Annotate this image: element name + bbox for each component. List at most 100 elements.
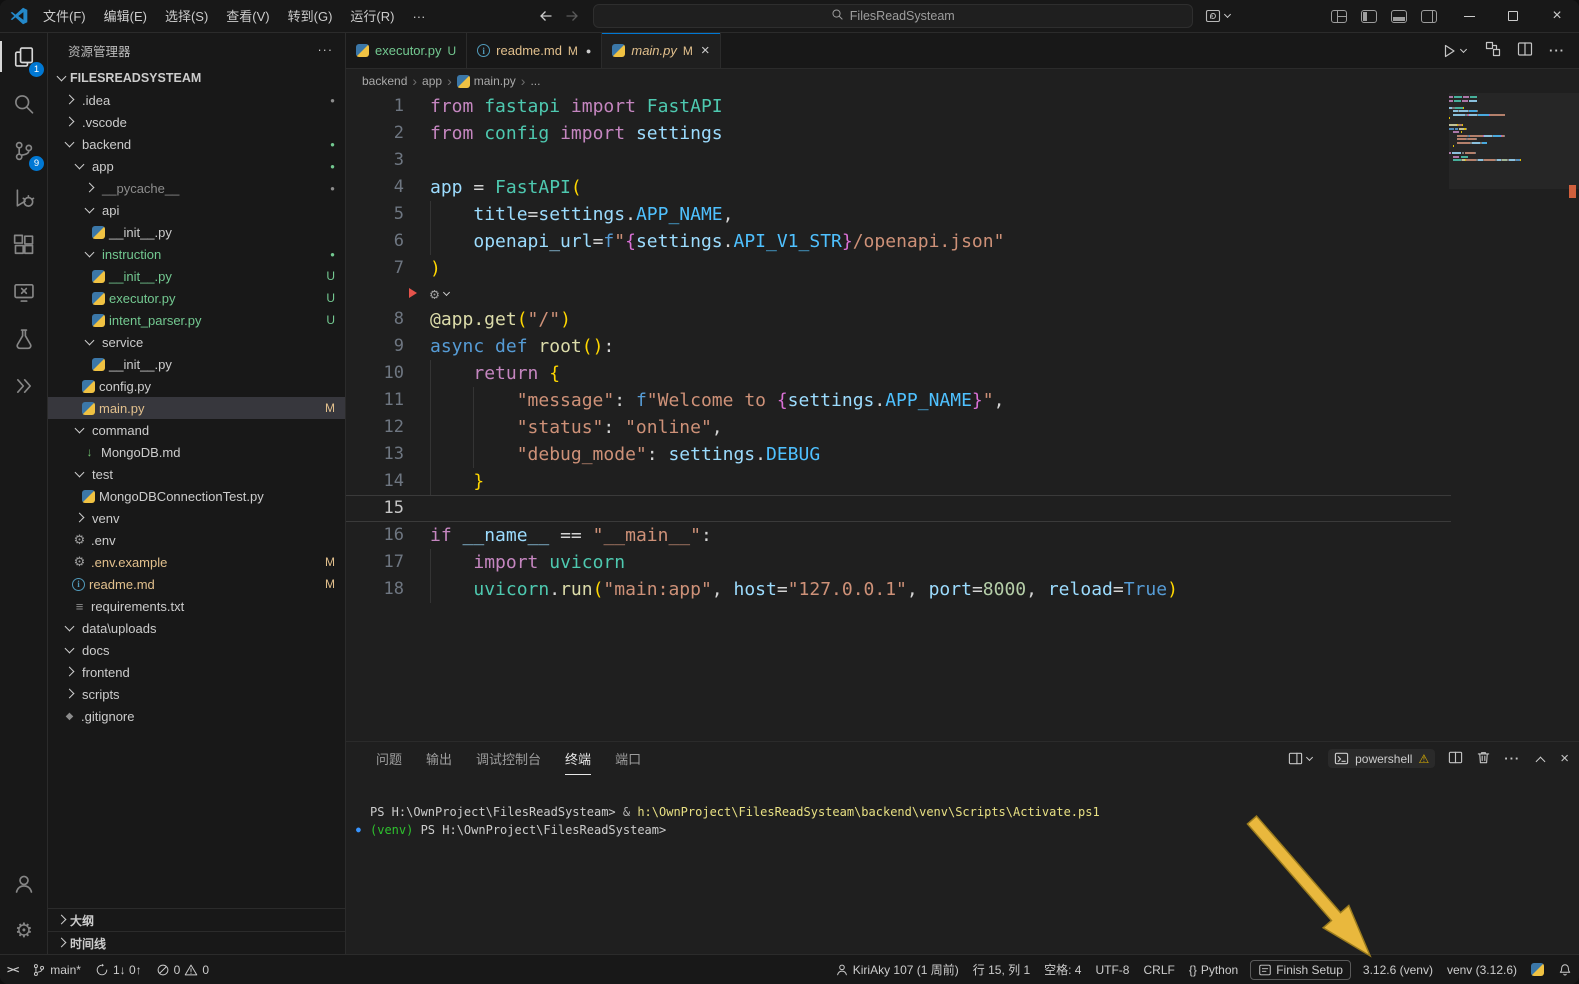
editor-tab[interactable]: main.pyM× xyxy=(602,33,720,68)
settings-gear-icon[interactable]: ⚙ xyxy=(0,907,48,954)
source-control-icon[interactable]: 9 xyxy=(0,127,48,174)
python-logo-icon[interactable] xyxy=(1524,955,1551,984)
menu-item[interactable]: 文件(F) xyxy=(34,0,95,33)
tree-file[interactable]: main.pyM xyxy=(48,397,345,419)
tree-folder[interactable]: app● xyxy=(48,155,345,177)
remote-indicator[interactable]: >< xyxy=(0,955,25,984)
code-line[interactable]: 17 import uvicorn xyxy=(346,549,1451,576)
code-line[interactable]: 13 "debug_mode": settings.DEBUG xyxy=(346,441,1451,468)
outline-section[interactable]: 大纲 xyxy=(48,908,345,931)
tree-file[interactable]: MongoDBConnectionTest.py xyxy=(48,485,345,507)
code-line[interactable]: 9async def root(): xyxy=(346,333,1451,360)
menu-item[interactable]: 运行(R) xyxy=(341,0,403,33)
language-mode[interactable]: {} Python xyxy=(1182,955,1245,984)
panel-tab[interactable]: 终端 xyxy=(565,742,591,775)
problems-status[interactable]: 0 0 xyxy=(149,955,216,984)
tree-file[interactable]: ⚙.env.exampleM xyxy=(48,551,345,573)
editor-more-actions-icon[interactable]: ··· xyxy=(1549,43,1565,58)
tree-file[interactable]: intent_parser.pyU xyxy=(48,309,345,331)
menu-item[interactable]: 编辑(E) xyxy=(95,0,156,33)
encoding-status[interactable]: UTF-8 xyxy=(1088,955,1136,984)
split-editor-icon[interactable] xyxy=(1517,41,1533,60)
tree-file[interactable]: ⚙.env xyxy=(48,529,345,551)
testing-icon[interactable] xyxy=(0,315,48,362)
editor-tab[interactable]: executor.pyU xyxy=(346,33,467,68)
toggle-primary-sidebar-icon[interactable] xyxy=(1361,10,1377,23)
maximize-button[interactable] xyxy=(1491,0,1535,33)
close-tab-icon[interactable]: × xyxy=(701,43,710,58)
minimize-button[interactable] xyxy=(1447,0,1491,33)
code-line[interactable]: 6 openapi_url=f"{settings.API_V1_STR}/op… xyxy=(346,228,1451,255)
terminal-tab-powershell[interactable]: powershell ⚠ xyxy=(1328,749,1435,768)
tree-folder[interactable]: frontend xyxy=(48,661,345,683)
tree-file[interactable]: __init__.pyU xyxy=(48,265,345,287)
breadcrumb-item[interactable]: main.py xyxy=(457,74,516,88)
tree-file[interactable]: __init__.py xyxy=(48,221,345,243)
tree-folder[interactable]: command xyxy=(48,419,345,441)
code-line[interactable]: 1from fastapi import FastAPI xyxy=(346,93,1451,120)
tree-folder[interactable]: data\uploads xyxy=(48,617,345,639)
breadcrumb-item[interactable]: backend xyxy=(362,74,407,88)
code-line[interactable]: 15 xyxy=(346,495,1451,522)
account-icon[interactable] xyxy=(0,860,48,907)
split-terminal-icon[interactable] xyxy=(1448,750,1463,768)
python-env-status[interactable]: venv (3.12.6) xyxy=(1440,955,1524,984)
tree-folder[interactable]: service xyxy=(48,331,345,353)
close-panel-icon[interactable]: × xyxy=(1560,751,1569,766)
back-arrow-icon[interactable] xyxy=(533,4,559,28)
panel-tab[interactable]: 输出 xyxy=(426,742,452,775)
finish-setup-button[interactable]: Finish Setup xyxy=(1250,960,1351,980)
editor-tab[interactable]: ireadme.mdM● xyxy=(467,33,602,68)
python-interpreter-status[interactable]: 3.12.6 (venv) xyxy=(1356,955,1440,984)
code-editor[interactable]: 1from fastapi import FastAPI2from config… xyxy=(346,93,1579,741)
open-changes-icon[interactable] xyxy=(1485,41,1501,60)
tree-file[interactable]: __init__.py xyxy=(48,353,345,375)
tree-folder[interactable]: __pycache__● xyxy=(48,177,345,199)
menu-overflow-icon[interactable]: ··· xyxy=(403,0,434,33)
indentation-status[interactable]: 空格: 4 xyxy=(1037,955,1088,984)
terminal-launch-icon[interactable] xyxy=(1288,751,1315,766)
workspace-root[interactable]: FILESREADSYSTEAM xyxy=(48,67,345,89)
cursor-position[interactable]: 行 15, 列 1 xyxy=(966,955,1037,984)
code-line[interactable]: 7) xyxy=(346,255,1451,282)
branch-status[interactable]: main* xyxy=(25,955,88,984)
forward-arrow-icon[interactable] xyxy=(559,4,585,28)
toggle-panel-icon[interactable] xyxy=(1391,10,1407,23)
tree-file[interactable]: config.py xyxy=(48,375,345,397)
toggle-secondary-sidebar-icon[interactable] xyxy=(1421,10,1437,23)
tree-folder[interactable]: instruction● xyxy=(48,243,345,265)
code-line[interactable]: 16if __name__ == "__main__": xyxy=(346,522,1451,549)
layout-switch-icon[interactable] xyxy=(1205,8,1233,24)
code-line[interactable]: 8@app.get("/") xyxy=(346,306,1451,333)
tree-file[interactable]: ireadme.mdM xyxy=(48,573,345,595)
eol-status[interactable]: CRLF xyxy=(1136,955,1181,984)
sidebar-more-icon[interactable]: ··· xyxy=(318,43,334,57)
code-action-gear-icon[interactable]: ⚙ xyxy=(430,285,439,303)
menu-item[interactable]: 选择(S) xyxy=(156,0,217,33)
code-line[interactable]: 2from config import settings xyxy=(346,120,1451,147)
breadcrumb-item[interactable]: ... xyxy=(530,74,540,88)
run-debug-icon[interactable] xyxy=(0,174,48,221)
breadcrumb-item[interactable]: app xyxy=(422,74,442,88)
terminal-output[interactable]: PS H:\OwnProject\FilesReadSysteam> & h:\… xyxy=(346,775,1579,954)
run-python-file-button[interactable] xyxy=(1441,43,1469,59)
tree-folder[interactable]: .vscode xyxy=(48,111,345,133)
minimap[interactable] xyxy=(1449,96,1549,163)
search-view-icon[interactable] xyxy=(0,80,48,127)
tree-folder[interactable]: .idea● xyxy=(48,89,345,111)
tree-folder[interactable]: backend● xyxy=(48,133,345,155)
tree-folder[interactable]: scripts xyxy=(48,683,345,705)
panel-tab[interactable]: 端口 xyxy=(615,742,641,775)
menu-item[interactable]: 转到(G) xyxy=(279,0,342,33)
code-line[interactable]: 10 return { xyxy=(346,360,1451,387)
code-line[interactable]: 12 "status": "online", xyxy=(346,414,1451,441)
extension-custom-icon[interactable] xyxy=(0,362,48,409)
code-line[interactable]: 14 } xyxy=(346,468,1451,495)
menu-item[interactable]: 查看(V) xyxy=(217,0,278,33)
git-blame-status[interactable]: KiriAky 107 (1 周前) xyxy=(828,955,966,984)
tree-folder[interactable]: test xyxy=(48,463,345,485)
remote-explorer-icon[interactable] xyxy=(0,268,48,315)
tree-file[interactable]: executor.pyU xyxy=(48,287,345,309)
panel-tab[interactable]: 问题 xyxy=(376,742,402,775)
code-line[interactable]: 4app = FastAPI( xyxy=(346,174,1451,201)
